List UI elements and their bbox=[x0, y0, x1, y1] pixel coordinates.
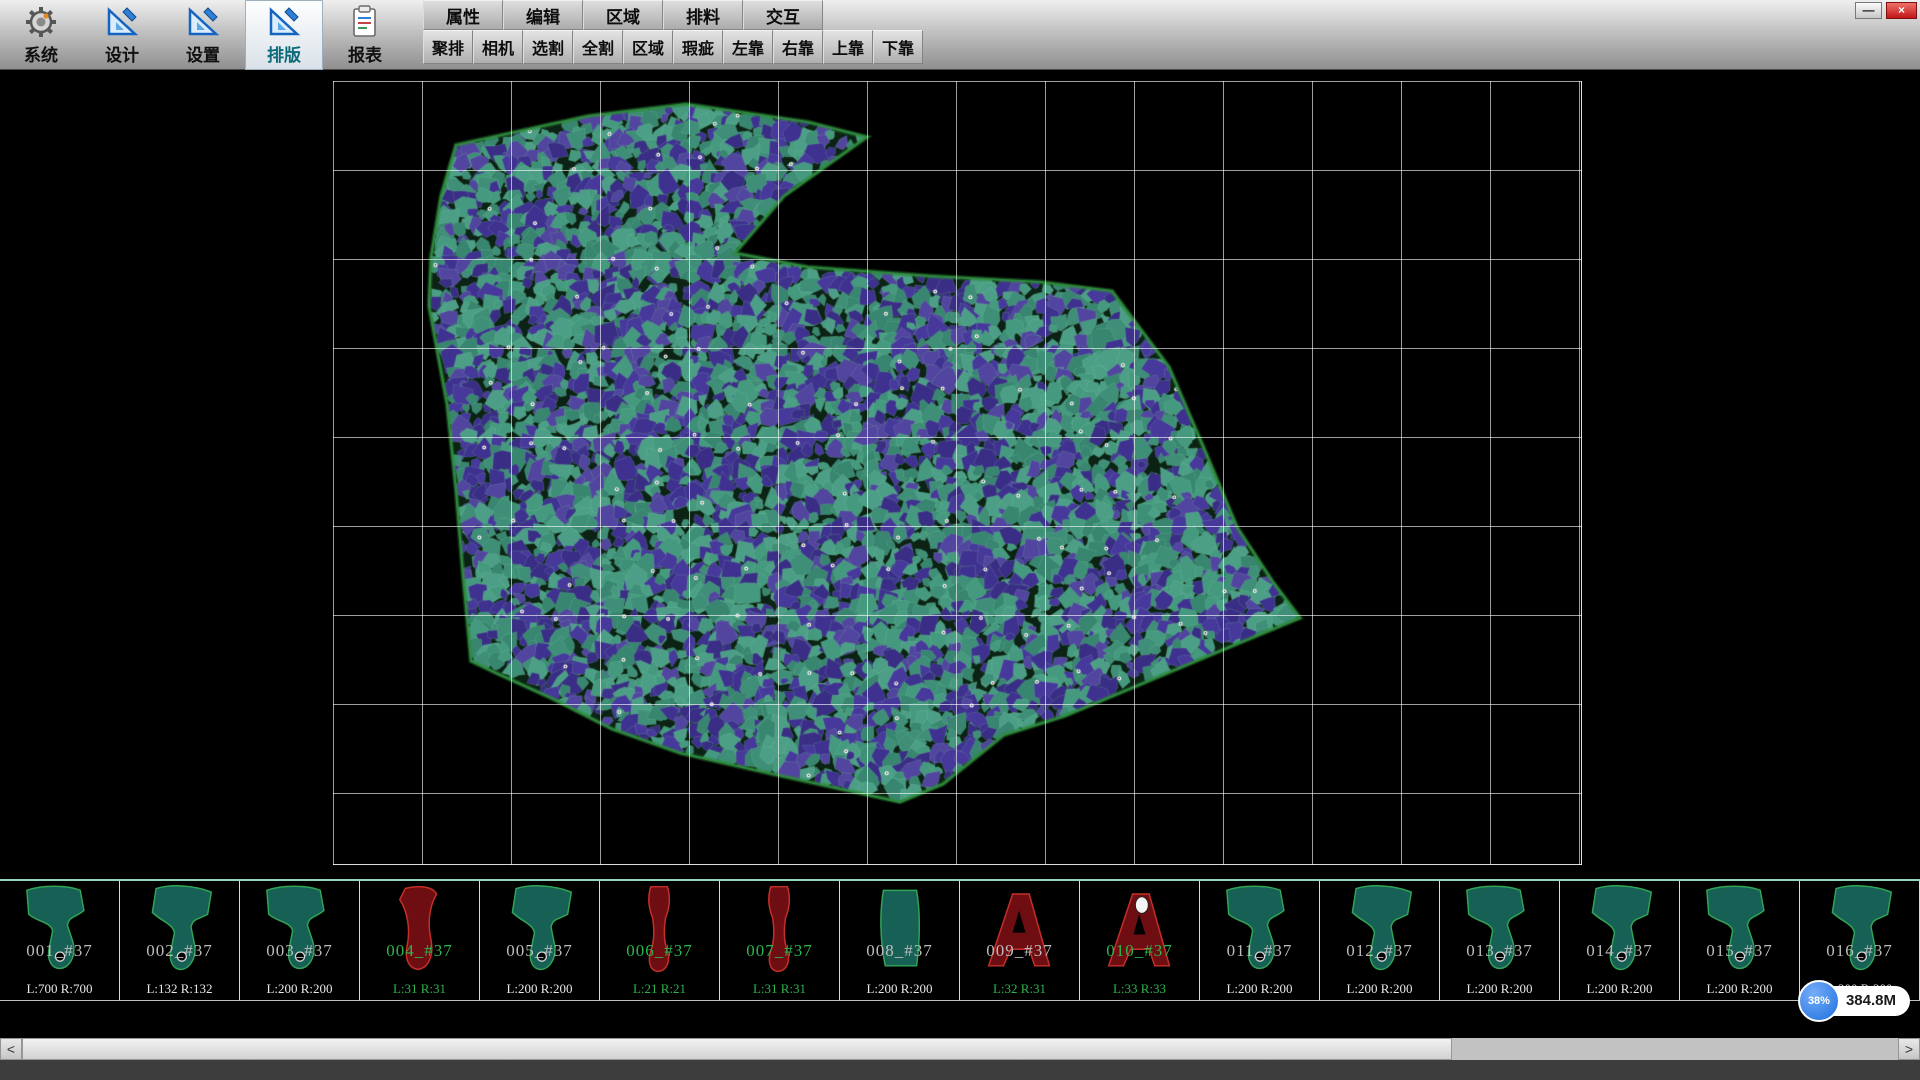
memory-badge: 38% 384.8M bbox=[1798, 980, 1910, 1022]
piece-lr-count: L:200 R:200 bbox=[1560, 981, 1679, 997]
piece-thumbnail-shape bbox=[11, 883, 109, 975]
piece-cell-3[interactable]: 003_#37L:200 R:200 bbox=[240, 881, 360, 1000]
tool-button-9[interactable]: 上靠 bbox=[823, 30, 873, 64]
piece-thumbnail-shape bbox=[251, 883, 349, 975]
piece-cell-9[interactable]: 009_#37L:32 R:31 bbox=[960, 881, 1080, 1000]
piece-cell-8[interactable]: 008_#37L:200 R:200 bbox=[840, 881, 960, 1000]
piece-lr-count: L:200 R:200 bbox=[1680, 981, 1799, 997]
piece-cell-2[interactable]: 002_#37L:132 R:132 bbox=[120, 881, 240, 1000]
app-button-label: 排版 bbox=[267, 41, 301, 66]
piece-lr-count: L:132 R:132 bbox=[120, 981, 239, 997]
piece-cell-5[interactable]: 005_#37L:200 R:200 bbox=[480, 881, 600, 1000]
piece-thumbnail-shape bbox=[131, 883, 229, 975]
piece-thumbnail-shape bbox=[611, 883, 709, 975]
piece-thumbnail-shape bbox=[1091, 883, 1189, 975]
app-buttons: 系统 设计 设置 排版 报表 bbox=[0, 0, 407, 69]
piece-cell-14[interactable]: 014_#37L:200 R:200 bbox=[1560, 881, 1680, 1000]
piece-lr-count: L:31 R:31 bbox=[720, 981, 839, 997]
piece-cell-13[interactable]: 013_#37L:200 R:200 bbox=[1440, 881, 1560, 1000]
piece-lr-count: L:700 R:700 bbox=[0, 981, 119, 997]
app-button-label: 系统 bbox=[24, 41, 58, 66]
menu-tab-3[interactable]: 区域 bbox=[583, 0, 663, 30]
memory-value: 384.8M bbox=[1846, 992, 1896, 1009]
piece-thumbnail-shape bbox=[1571, 883, 1669, 975]
piece-thumbnail-shape bbox=[851, 883, 949, 975]
window-controls: — × bbox=[1855, 2, 1917, 19]
scroll-right-arrow[interactable]: > bbox=[1898, 1038, 1920, 1060]
app-button-3[interactable]: 设置 bbox=[164, 0, 242, 70]
set-square-icon bbox=[266, 4, 302, 40]
set-square-icon bbox=[185, 4, 221, 40]
menu-tab-5[interactable]: 交互 bbox=[743, 0, 823, 30]
menu-tab-4[interactable]: 排料 bbox=[663, 0, 743, 30]
scroll-thumb[interactable] bbox=[22, 1038, 1452, 1060]
app-button-1[interactable]: 系统 bbox=[2, 0, 80, 70]
piece-lr-count: L:200 R:200 bbox=[240, 981, 359, 997]
app-button-label: 报表 bbox=[348, 41, 382, 66]
progress-percent: 38% bbox=[1808, 995, 1830, 1007]
piece-thumbnail-shape bbox=[731, 883, 829, 975]
tool-button-2[interactable]: 相机 bbox=[473, 30, 523, 64]
menu-area: 属性编辑区域排料交互 聚排相机选割全割区域瑕疵左靠右靠上靠下靠 bbox=[423, 0, 923, 69]
scroll-track[interactable] bbox=[22, 1038, 1898, 1060]
tool-button-3[interactable]: 选割 bbox=[523, 30, 573, 64]
app-button-5[interactable]: 报表 bbox=[326, 0, 404, 70]
piece-thumbnail-shape bbox=[1811, 883, 1909, 975]
tool-button-6[interactable]: 瑕疵 bbox=[673, 30, 723, 64]
tool-button-10[interactable]: 下靠 bbox=[873, 30, 923, 64]
gear-icon bbox=[23, 4, 59, 40]
toolbar: 系统设计设置排版报表 属性编辑区域排料交互 聚排相机选割全割区域瑕疵左靠右靠上靠… bbox=[0, 0, 1920, 70]
piece-lr-count: L:32 R:31 bbox=[960, 981, 1079, 997]
piece-cell-1[interactable]: 001_#37L:700 R:700 bbox=[0, 881, 120, 1000]
menu-tab-1[interactable]: 属性 bbox=[423, 0, 503, 30]
piece-thumbnail-shape bbox=[1211, 883, 1309, 975]
canvas-area[interactable] bbox=[0, 70, 1920, 879]
tool-button-4[interactable]: 全割 bbox=[573, 30, 623, 64]
report-icon bbox=[347, 4, 383, 40]
piece-thumbnail-shape bbox=[971, 883, 1069, 975]
piece-lr-count: L:200 R:200 bbox=[1200, 981, 1319, 997]
h-scrollbar[interactable]: < > bbox=[0, 1038, 1920, 1060]
pieces-strip: 001_#37L:700 R:700002_#37L:132 R:132003_… bbox=[0, 879, 1920, 1001]
bottom-band bbox=[0, 1060, 1920, 1080]
tool-button-5[interactable]: 区域 bbox=[623, 30, 673, 64]
tool-buttons-row: 聚排相机选割全割区域瑕疵左靠右靠上靠下靠 bbox=[423, 30, 923, 64]
piece-lr-count: L:200 R:200 bbox=[840, 981, 959, 997]
piece-lr-count: L:33 R:33 bbox=[1080, 981, 1199, 997]
app-button-4[interactable]: 排版 bbox=[245, 0, 323, 70]
piece-cell-6[interactable]: 006_#37L:21 R:21 bbox=[600, 881, 720, 1000]
piece-lr-count: L:21 R:21 bbox=[600, 981, 719, 997]
piece-cell-12[interactable]: 012_#37L:200 R:200 bbox=[1320, 881, 1440, 1000]
piece-cell-4[interactable]: 004_#37L:31 R:31 bbox=[360, 881, 480, 1000]
nesting-canvas[interactable] bbox=[0, 70, 1920, 879]
app-button-label: 设置 bbox=[186, 41, 220, 66]
tool-button-7[interactable]: 左靠 bbox=[723, 30, 773, 64]
piece-cell-10[interactable]: 010_#37L:33 R:33 bbox=[1080, 881, 1200, 1000]
tool-button-8[interactable]: 右靠 bbox=[773, 30, 823, 64]
piece-cell-15[interactable]: 015_#37L:200 R:200 bbox=[1680, 881, 1800, 1000]
app-button-label: 设计 bbox=[105, 41, 139, 66]
piece-lr-count: L:200 R:200 bbox=[480, 981, 599, 997]
close-button[interactable]: × bbox=[1886, 2, 1917, 19]
progress-circle: 38% bbox=[1798, 980, 1840, 1022]
piece-thumbnail-shape bbox=[371, 883, 469, 975]
piece-cell-11[interactable]: 011_#37L:200 R:200 bbox=[1200, 881, 1320, 1000]
menu-tab-2[interactable]: 编辑 bbox=[503, 0, 583, 30]
piece-thumbnail-shape bbox=[1331, 883, 1429, 975]
piece-lr-count: L:200 R:200 bbox=[1320, 981, 1439, 997]
scroll-left-arrow[interactable]: < bbox=[0, 1038, 22, 1060]
piece-lr-count: L:200 R:200 bbox=[1440, 981, 1559, 997]
piece-thumbnail-shape bbox=[1691, 883, 1789, 975]
tool-button-1[interactable]: 聚排 bbox=[423, 30, 473, 64]
menu-tabs: 属性编辑区域排料交互 bbox=[423, 0, 923, 30]
piece-cell-7[interactable]: 007_#37L:31 R:31 bbox=[720, 881, 840, 1000]
piece-thumbnail-shape bbox=[1451, 883, 1549, 975]
set-square-icon bbox=[104, 4, 140, 40]
application-window: 系统设计设置排版报表 属性编辑区域排料交互 聚排相机选割全割区域瑕疵左靠右靠上靠… bbox=[0, 0, 1920, 1080]
piece-lr-count: L:31 R:31 bbox=[360, 981, 479, 997]
minimize-button[interactable]: — bbox=[1855, 2, 1882, 19]
app-button-2[interactable]: 设计 bbox=[83, 0, 161, 70]
piece-thumbnail-shape bbox=[491, 883, 589, 975]
